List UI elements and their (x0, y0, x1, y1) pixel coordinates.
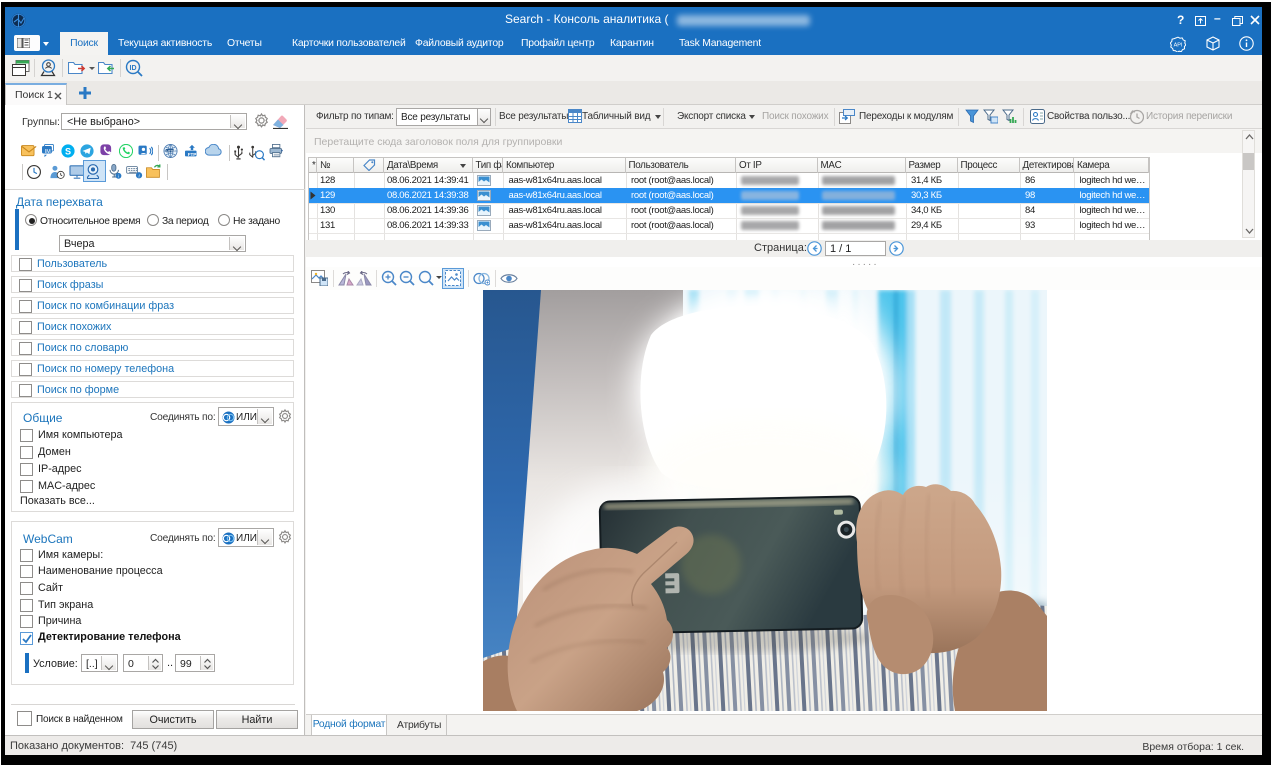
svg-text:FTP: FTP (188, 152, 197, 157)
svg-text:HTTP: HTTP (166, 149, 174, 153)
svg-text:S: S (65, 146, 71, 156)
svg-text:IM: IM (45, 149, 51, 155)
svg-text:API: API (1174, 43, 1183, 49)
svg-text:ID: ID (130, 65, 137, 72)
